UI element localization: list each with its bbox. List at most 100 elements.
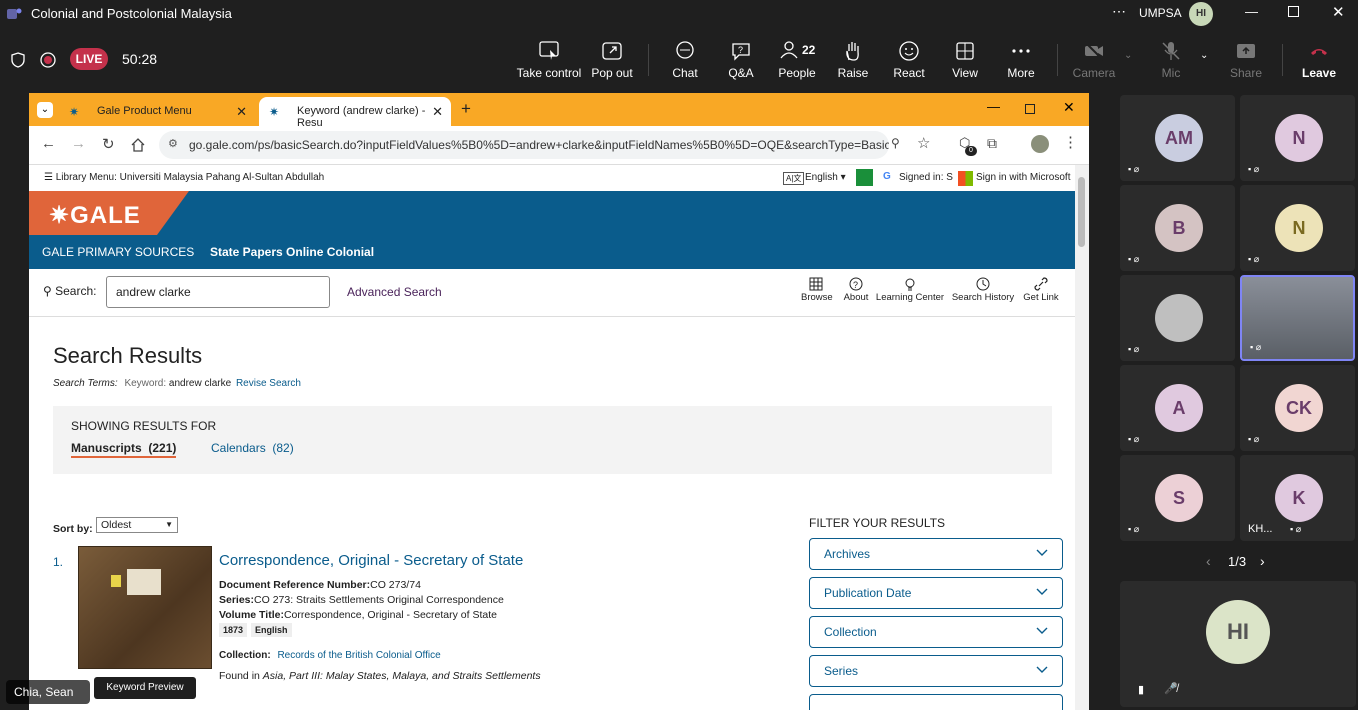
next-page-icon[interactable]: › [1260, 553, 1265, 569]
tab-keyword-results[interactable]: ✷ Keyword (andrew clarke) - Resu ✕ [259, 97, 451, 129]
participant-tile[interactable]: ▪ ⌀ [1120, 275, 1235, 361]
url-field[interactable]: ⚙ go.gale.com/ps/basicSearch.do?inputFie… [159, 131, 889, 159]
mic-off-icon [1162, 42, 1180, 60]
home-icon[interactable] [131, 138, 145, 152]
take-control-button[interactable]: Take control [516, 40, 582, 80]
hand-icon [846, 42, 859, 61]
maximize-icon[interactable] [1288, 6, 1299, 17]
library-menu-link[interactable]: ☰ Library Menu: Universiti Malaysia Paha… [44, 172, 324, 183]
about-link[interactable]: ? About [841, 277, 871, 303]
puzzle-icon[interactable]: ⧉ [987, 135, 997, 152]
language-select[interactable]: English ▾ [805, 172, 846, 183]
self-view-tile[interactable]: HI ▮ 🎤̸ [1120, 581, 1356, 707]
scrollbar-thumb[interactable] [1078, 177, 1085, 247]
filter-publication-date[interactable]: Publication Date [809, 577, 1063, 609]
browser-menu-icon[interactable]: ⋮ [1063, 133, 1078, 151]
filter-archives[interactable]: Archives [809, 538, 1063, 570]
tab-calendars[interactable]: Calendars (82) [211, 441, 294, 455]
shield-icon[interactable] [10, 52, 26, 68]
participant-tile[interactable]: A ▪ ⌀ [1120, 365, 1235, 451]
minimize-icon[interactable]: — [1245, 4, 1258, 19]
classroom-icon[interactable] [856, 169, 873, 186]
filter-next[interactable] [809, 694, 1063, 710]
tab-gale-product-menu[interactable]: ✷ Gale Product Menu ✕ [59, 97, 255, 126]
site-info-icon[interactable]: ⚙ [168, 137, 178, 150]
participant-tile[interactable]: ▪ ⌀ [1240, 275, 1355, 361]
primary-sources-link[interactable]: GALE PRIMARY SOURCES [42, 245, 194, 259]
previous-page-icon[interactable]: ‹ [1206, 553, 1211, 569]
record-icon[interactable] [39, 51, 57, 69]
react-label: React [893, 66, 925, 80]
signed-in-text[interactable]: Signed in: S [899, 172, 953, 183]
forward-icon[interactable]: → [71, 135, 86, 152]
close-icon[interactable]: ✕ [1332, 3, 1345, 21]
participant-tile[interactable]: S ▪ ⌀ [1120, 455, 1235, 541]
more-options-icon[interactable]: ⋯ [1112, 3, 1126, 20]
revise-search-link[interactable]: Revise Search [236, 378, 301, 389]
language-tag: English [251, 623, 292, 637]
zoom-icon[interactable]: ⚲ [891, 136, 900, 150]
tab-search-icon[interactable]: ⌄ [37, 102, 53, 118]
page-scrollbar[interactable] [1075, 165, 1089, 710]
get-link-label: Get Link [1023, 292, 1059, 303]
share-button[interactable]: Share [1226, 40, 1266, 80]
reload-icon[interactable]: ↻ [102, 135, 115, 153]
participant-tile[interactable]: N ▪ ⌀ [1240, 95, 1355, 181]
filter-label: Archives [824, 547, 871, 561]
address-bar-row: ← → ↻ ⚙ go.gale.com/ps/basicSearch.do?in… [29, 126, 1089, 165]
leave-button[interactable]: Leave [1298, 40, 1340, 80]
result-thumbnail[interactable] [78, 546, 212, 669]
advanced-search-link[interactable]: Advanced Search [347, 285, 442, 299]
volume-value: Correspondence, Original - Secretary of … [283, 609, 497, 621]
mic-button[interactable]: Mic [1150, 40, 1192, 80]
gale-favicon-icon: ✷ [69, 105, 80, 119]
window-minimize-icon[interactable]: — [987, 99, 1000, 114]
new-tab-icon[interactable]: + [461, 99, 471, 119]
sort-select[interactable]: Oldest ▼ [96, 517, 178, 533]
chat-button[interactable]: Chat [664, 40, 706, 80]
pop-out-label: Pop out [591, 66, 633, 80]
tab-manuscripts[interactable]: Manuscripts (221) [71, 441, 177, 458]
view-button[interactable]: View [944, 40, 986, 80]
pop-out-button[interactable]: Pop out [588, 40, 636, 80]
gale-logo[interactable]: ✷GALE [29, 191, 189, 235]
participant-tile[interactable]: AM ▪ ⌀ [1120, 95, 1235, 181]
window-restore-icon[interactable] [1025, 104, 1035, 114]
filter-collection[interactable]: Collection [809, 616, 1063, 648]
thumbnail-label-icon [111, 575, 121, 587]
participant-tile[interactable]: K ▪ ⌀ KH... [1240, 455, 1355, 541]
camera-button[interactable]: Camera [1070, 40, 1118, 80]
get-link-link[interactable]: Get Link [1021, 277, 1061, 303]
filter-series[interactable]: Series [809, 655, 1063, 687]
participant-tile[interactable]: CK ▪ ⌀ [1240, 365, 1355, 451]
search-input[interactable]: andrew clarke [106, 276, 330, 308]
back-icon[interactable]: ← [41, 135, 56, 152]
filter-label: Collection [824, 625, 877, 639]
tab-close-icon[interactable]: ✕ [236, 104, 247, 120]
participant-tile[interactable]: N ▪ ⌀ [1240, 185, 1355, 271]
browse-link[interactable]: Browse [801, 277, 833, 303]
user-avatar[interactable]: HI [1189, 2, 1213, 26]
tab-close-icon[interactable]: ✕ [432, 104, 443, 120]
collection-link[interactable]: Records of the British Colonial Office [277, 650, 440, 661]
camera-options-icon[interactable]: ⌄ [1124, 50, 1132, 61]
series-value: CO 273: Straits Settlements Original Cor… [254, 594, 504, 606]
window-close-icon[interactable]: ✕ [1063, 99, 1075, 116]
result-title-link[interactable]: Correspondence, Original - Secretary of … [219, 552, 523, 569]
raise-hand-button[interactable]: Raise [832, 40, 874, 80]
react-button[interactable]: React [888, 40, 930, 80]
profile-icon[interactable] [1031, 135, 1049, 153]
more-button[interactable]: More [1000, 40, 1042, 80]
qa-button[interactable]: ? Q&A [720, 40, 762, 80]
gale-favicon-icon: ✷ [269, 105, 280, 119]
search-label: ⚲ Search: [43, 284, 97, 298]
mic-options-icon[interactable]: ⌄ [1200, 50, 1208, 61]
participant-tile[interactable]: B ▪ ⌀ [1120, 185, 1235, 271]
participant-avatar: A [1155, 384, 1203, 432]
bookmark-star-icon[interactable]: ☆ [917, 134, 930, 152]
search-history-link[interactable]: Search History [951, 277, 1015, 303]
people-button[interactable]: 22 People [774, 40, 820, 80]
learning-center-link[interactable]: Learning Center [875, 277, 945, 303]
collection-link[interactable]: State Papers Online Colonial [210, 245, 374, 259]
microsoft-signin-link[interactable]: Sign in with Microsoft [976, 172, 1070, 183]
